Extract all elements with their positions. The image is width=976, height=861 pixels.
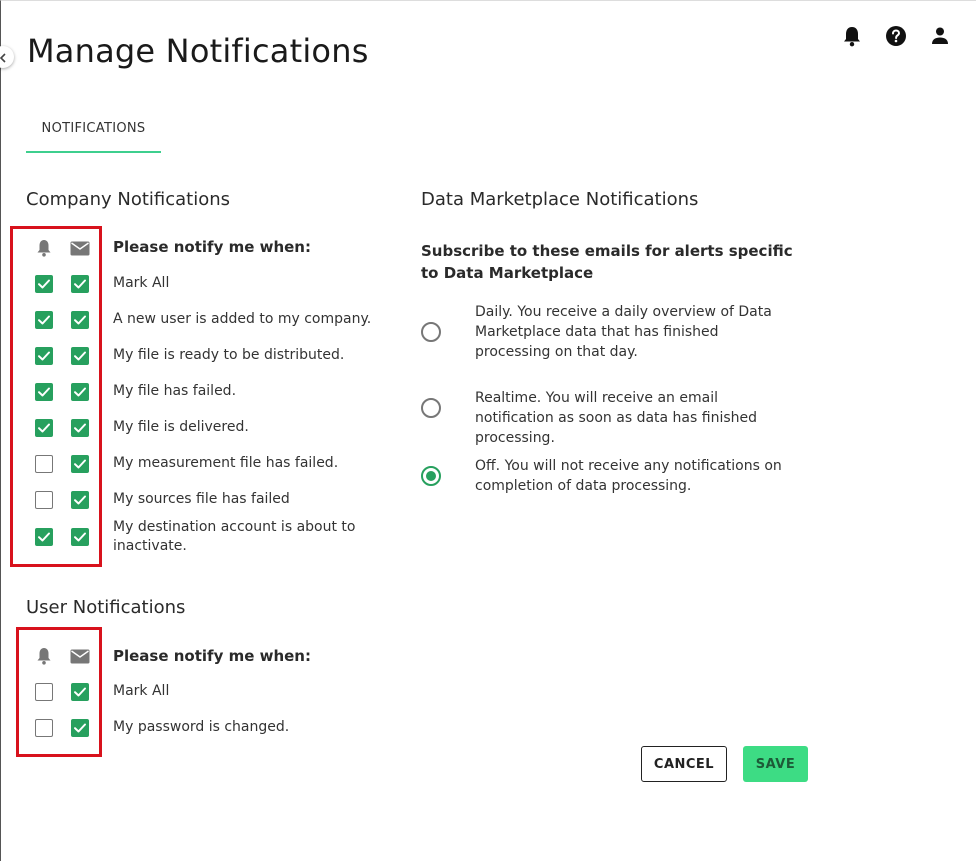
notification-label: My destination account is about to inact…	[113, 519, 356, 554]
email-column-icon	[70, 646, 90, 666]
marketplace-notifications-title: Data Marketplace Notifications	[421, 189, 699, 210]
email-checkbox[interactable]	[71, 719, 89, 737]
notification-label: Mark All	[113, 275, 170, 291]
marketplace-option-label: Off. You will not receive any notificati…	[475, 458, 782, 494]
company-notify-header: Please notify me when:	[113, 238, 311, 256]
marketplace-option-radio[interactable]	[421, 466, 441, 486]
notification-label: My file is delivered.	[113, 419, 249, 435]
email-checkbox[interactable]	[71, 311, 89, 329]
bell-checkbox[interactable]	[35, 528, 53, 546]
email-checkbox[interactable]	[71, 528, 89, 546]
page-title: Manage Notifications	[27, 32, 369, 70]
notification-label: My sources file has failed	[113, 491, 290, 507]
bell-icon[interactable]	[840, 24, 864, 48]
bell-checkbox[interactable]	[35, 311, 53, 329]
marketplace-option-radio[interactable]	[421, 322, 441, 342]
marketplace-option-label: Daily. You receive a daily overview of D…	[475, 304, 772, 360]
marketplace-subtitle: Subscribe to these emails for alerts spe…	[421, 242, 793, 282]
header-actions	[840, 24, 952, 48]
marketplace-option-radio[interactable]	[421, 398, 441, 418]
bell-column-icon	[34, 646, 54, 666]
user-icon[interactable]	[928, 24, 952, 48]
email-checkbox[interactable]	[71, 419, 89, 437]
user-notifications-title: User Notifications	[26, 597, 186, 618]
email-column-icon	[70, 238, 90, 258]
notification-label: My file is ready to be distributed.	[113, 347, 345, 363]
email-checkbox[interactable]	[71, 275, 89, 293]
notification-label: My password is changed.	[113, 719, 290, 735]
notification-label: My file has failed.	[113, 383, 237, 399]
user-notify-header: Please notify me when:	[113, 647, 311, 665]
chevron-left-icon	[0, 48, 8, 67]
bell-checkbox[interactable]	[35, 347, 53, 365]
bell-checkbox[interactable]	[35, 419, 53, 437]
email-checkbox[interactable]	[71, 383, 89, 401]
bell-checkbox[interactable]	[35, 491, 53, 509]
bell-checkbox[interactable]	[35, 719, 53, 737]
email-checkbox[interactable]	[71, 491, 89, 509]
notification-label: Mark All	[113, 683, 170, 699]
company-notifications-title: Company Notifications	[26, 189, 231, 210]
bell-checkbox[interactable]	[35, 383, 53, 401]
bell-column-icon	[34, 238, 54, 258]
notification-label: My measurement file has failed.	[113, 455, 339, 471]
cancel-button[interactable]: CANCEL	[641, 746, 727, 782]
bell-checkbox[interactable]	[35, 455, 53, 473]
tab-label: NOTIFICATIONS	[41, 121, 146, 136]
bell-checkbox[interactable]	[35, 275, 53, 293]
email-checkbox[interactable]	[71, 683, 89, 701]
email-checkbox[interactable]	[71, 347, 89, 365]
bell-checkbox[interactable]	[35, 683, 53, 701]
marketplace-option-label: Realtime. You will receive an email noti…	[475, 390, 758, 446]
tab-notifications[interactable]: NOTIFICATIONS	[26, 112, 161, 153]
notification-label: A new user is added to my company.	[113, 311, 372, 327]
help-icon[interactable]	[884, 24, 908, 48]
save-button[interactable]: SAVE	[743, 746, 808, 782]
email-checkbox[interactable]	[71, 455, 89, 473]
